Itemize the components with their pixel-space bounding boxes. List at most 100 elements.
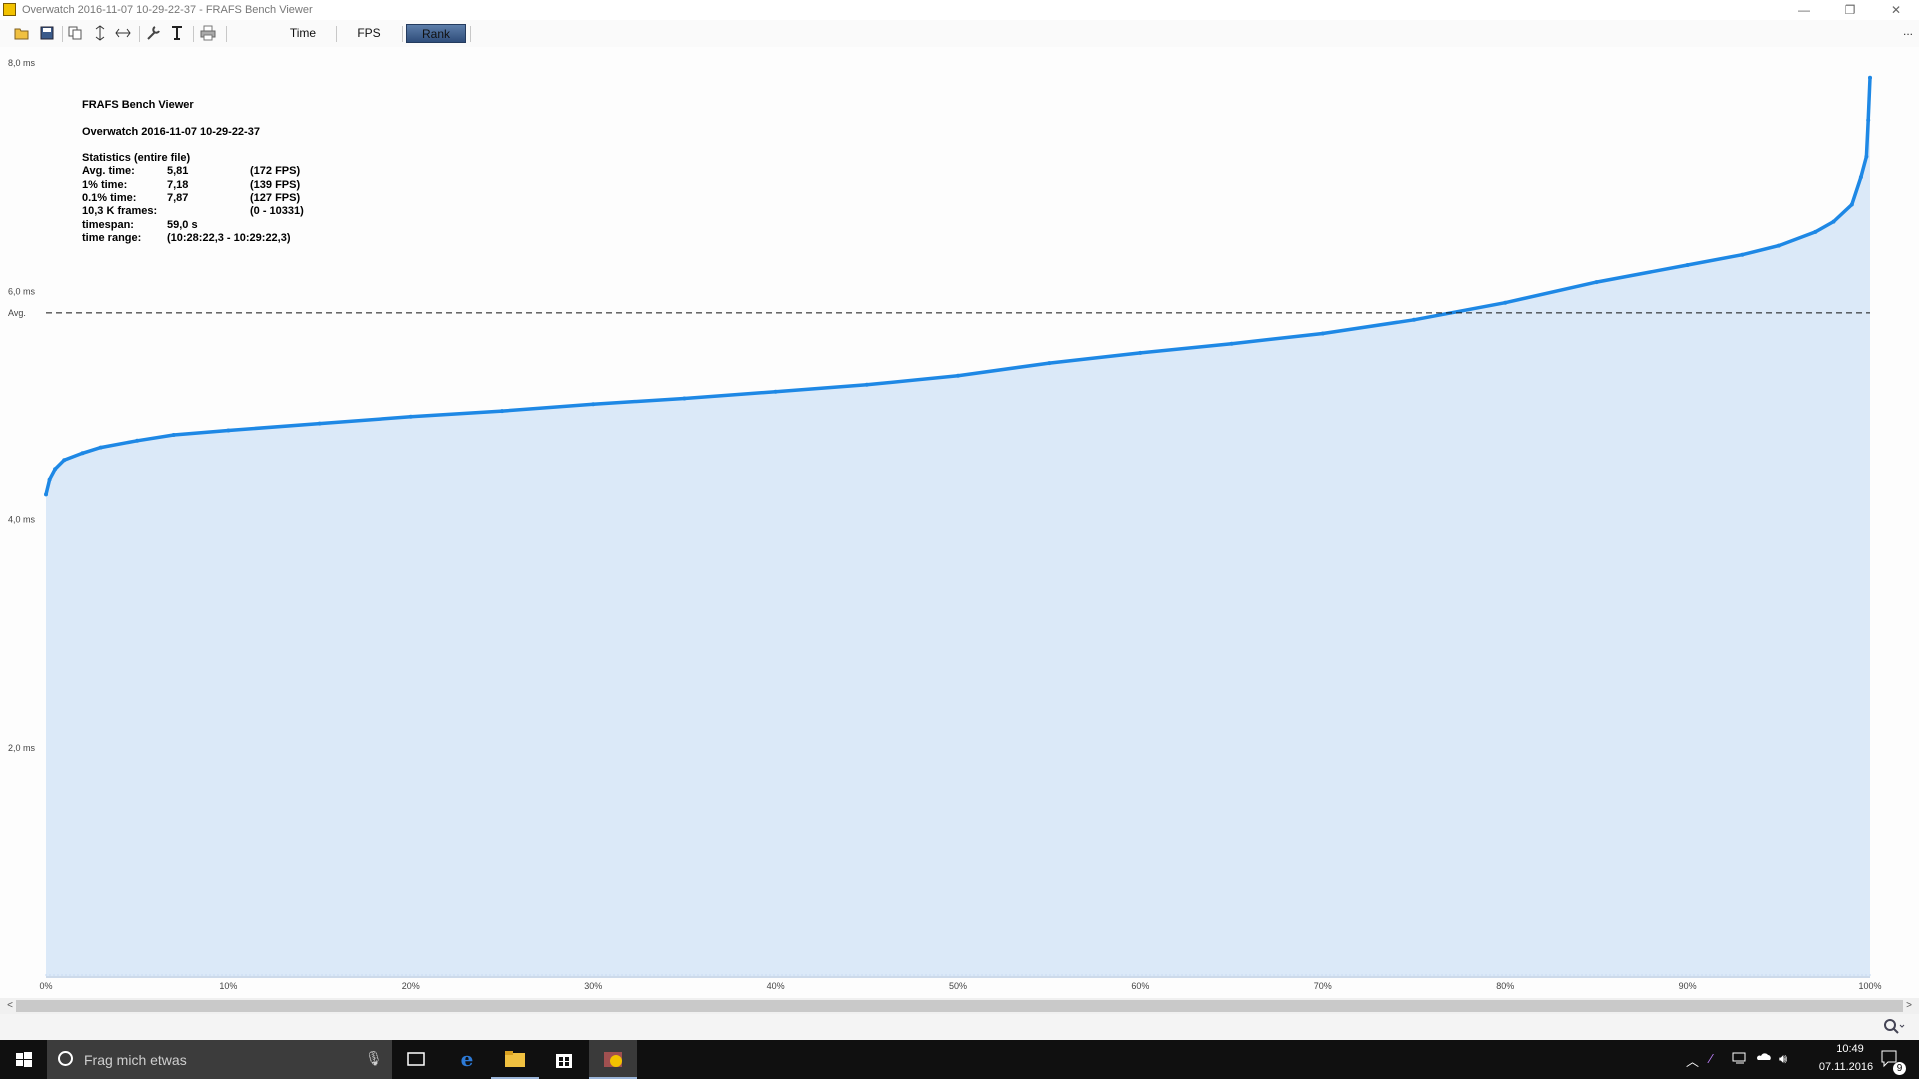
minimize-button[interactable]: —	[1781, 0, 1827, 20]
task-view-icon[interactable]	[392, 1040, 440, 1079]
x-tick-label: 100%	[1858, 981, 1881, 991]
data-point	[1868, 75, 1872, 80]
notification-count-badge: 9	[1893, 1062, 1906, 1075]
tab-time[interactable]: Time	[277, 24, 329, 43]
data-point	[408, 414, 413, 419]
onedrive-icon[interactable]	[1756, 1051, 1772, 1066]
tab-fps[interactable]: FPS	[343, 24, 395, 43]
data-point	[1813, 229, 1818, 234]
y-tick-label: 6,0 ms	[8, 286, 36, 296]
x-tick-label: 10%	[219, 981, 237, 991]
data-point	[956, 373, 960, 378]
toolbar-separator	[226, 26, 227, 42]
fit-vertical-icon[interactable]	[92, 25, 108, 41]
data-point	[317, 421, 322, 426]
y-tick-label: 8,0 ms	[8, 58, 36, 68]
data-point	[1849, 202, 1854, 207]
taskbar: Frag mich etwas 🎙 e ︿ ⁄ 🔊︎ 10:49 07.11.2…	[0, 1040, 1919, 1079]
toolbar-overflow-button[interactable]: ...	[1903, 24, 1913, 38]
data-point	[62, 458, 67, 463]
edge-browser-icon[interactable]: e	[443, 1040, 491, 1079]
data-point	[773, 389, 778, 394]
horizontal-scrollbar[interactable]: < >	[0, 998, 1919, 1014]
data-point	[1503, 300, 1508, 305]
data-point	[500, 409, 504, 414]
toolbar-separator	[62, 26, 63, 42]
data-point	[864, 382, 869, 387]
data-point	[1047, 361, 1052, 366]
tab-rank[interactable]: Rank	[406, 24, 466, 43]
search-placeholder: Frag mich etwas	[84, 1052, 187, 1068]
start-button[interactable]	[0, 1040, 47, 1079]
data-point	[171, 433, 176, 437]
close-button[interactable]: ✕	[1873, 0, 1919, 20]
toolbar-separator	[402, 26, 403, 42]
microphone-icon[interactable]: 🎙	[365, 1050, 383, 1067]
data-point	[1320, 331, 1325, 336]
data-point	[1831, 219, 1836, 224]
data-point	[47, 477, 52, 482]
toolbar-separator	[470, 26, 471, 42]
data-point	[1866, 118, 1871, 123]
toolbar-separator	[336, 26, 337, 42]
data-point	[53, 467, 58, 472]
x-tick-label: 50%	[949, 981, 967, 991]
scroll-right-arrow[interactable]: >	[1901, 998, 1917, 1014]
volume-icon[interactable]: 🔊︎	[1779, 1051, 1787, 1067]
clock-date[interactable]: 07.11.2016	[1806, 1061, 1886, 1073]
average-label: Avg.	[8, 308, 26, 318]
network-icon[interactable]	[1732, 1051, 1748, 1068]
toolbar-separator	[193, 26, 194, 42]
frafs-app-icon[interactable]	[589, 1040, 637, 1079]
data-point	[1864, 154, 1869, 159]
wrench-icon[interactable]	[145, 25, 161, 41]
cortana-icon	[58, 1051, 73, 1066]
y-tick-label: 4,0 ms	[8, 515, 36, 525]
text-icon[interactable]	[169, 25, 185, 41]
chart-area[interactable]: Avg. 2,0 ms 4,0 ms 6,0 ms 8,0 ms 0% 10% 20% 30% 4…	[0, 47, 1919, 998]
data-point	[1776, 243, 1781, 248]
search-box[interactable]: Frag mich etwas 🎙	[47, 1040, 392, 1079]
title-bar: Overwatch 2016-11-07 10-29-22-37 - FRAFS…	[0, 0, 1919, 20]
show-hidden-icons-icon[interactable]: ︿	[1686, 1051, 1699, 1070]
data-point	[226, 428, 231, 433]
data-point	[98, 445, 103, 450]
store-icon[interactable]	[540, 1040, 588, 1079]
open-folder-icon[interactable]	[14, 25, 30, 41]
clock-time[interactable]: 10:49	[1820, 1043, 1880, 1055]
save-icon[interactable]	[39, 25, 55, 41]
y-tick-label: 2,0 ms	[8, 743, 36, 753]
x-tick-label: 30%	[584, 981, 602, 991]
series-area-fill	[46, 77, 1870, 977]
data-point	[1740, 252, 1745, 257]
x-tick-label: 40%	[767, 981, 785, 991]
data-point	[1685, 263, 1690, 267]
data-point	[682, 396, 687, 401]
data-point	[1594, 280, 1599, 285]
zoom-icon[interactable]	[1883, 1018, 1905, 1037]
toolbar-separator	[139, 26, 140, 42]
x-tick-label: 60%	[1131, 981, 1149, 991]
restore-button[interactable]: ❐	[1827, 0, 1873, 20]
x-tick-label: 70%	[1314, 981, 1332, 991]
toolbar: Time FPS Rank ...	[0, 20, 1919, 47]
status-bar	[0, 1014, 1919, 1040]
file-explorer-icon[interactable]	[491, 1040, 539, 1079]
data-point	[80, 451, 85, 456]
data-point	[591, 402, 596, 407]
x-tick-label: 0%	[39, 981, 52, 991]
data-point	[1412, 317, 1416, 322]
pen-icon[interactable]: ⁄	[1710, 1051, 1712, 1066]
x-tick-label: 90%	[1679, 981, 1697, 991]
data-point	[1229, 341, 1234, 346]
copy-icon[interactable]	[67, 25, 83, 41]
app-icon	[3, 3, 16, 16]
print-icon[interactable]	[200, 25, 216, 41]
windows-logo-icon	[16, 1052, 32, 1067]
data-point	[1138, 350, 1143, 355]
fit-horizontal-icon[interactable]	[115, 25, 131, 41]
x-tick-label: 20%	[402, 981, 420, 991]
data-point	[44, 492, 48, 497]
data-point	[1858, 175, 1863, 180]
scrollbar-thumb[interactable]	[16, 1000, 1903, 1012]
